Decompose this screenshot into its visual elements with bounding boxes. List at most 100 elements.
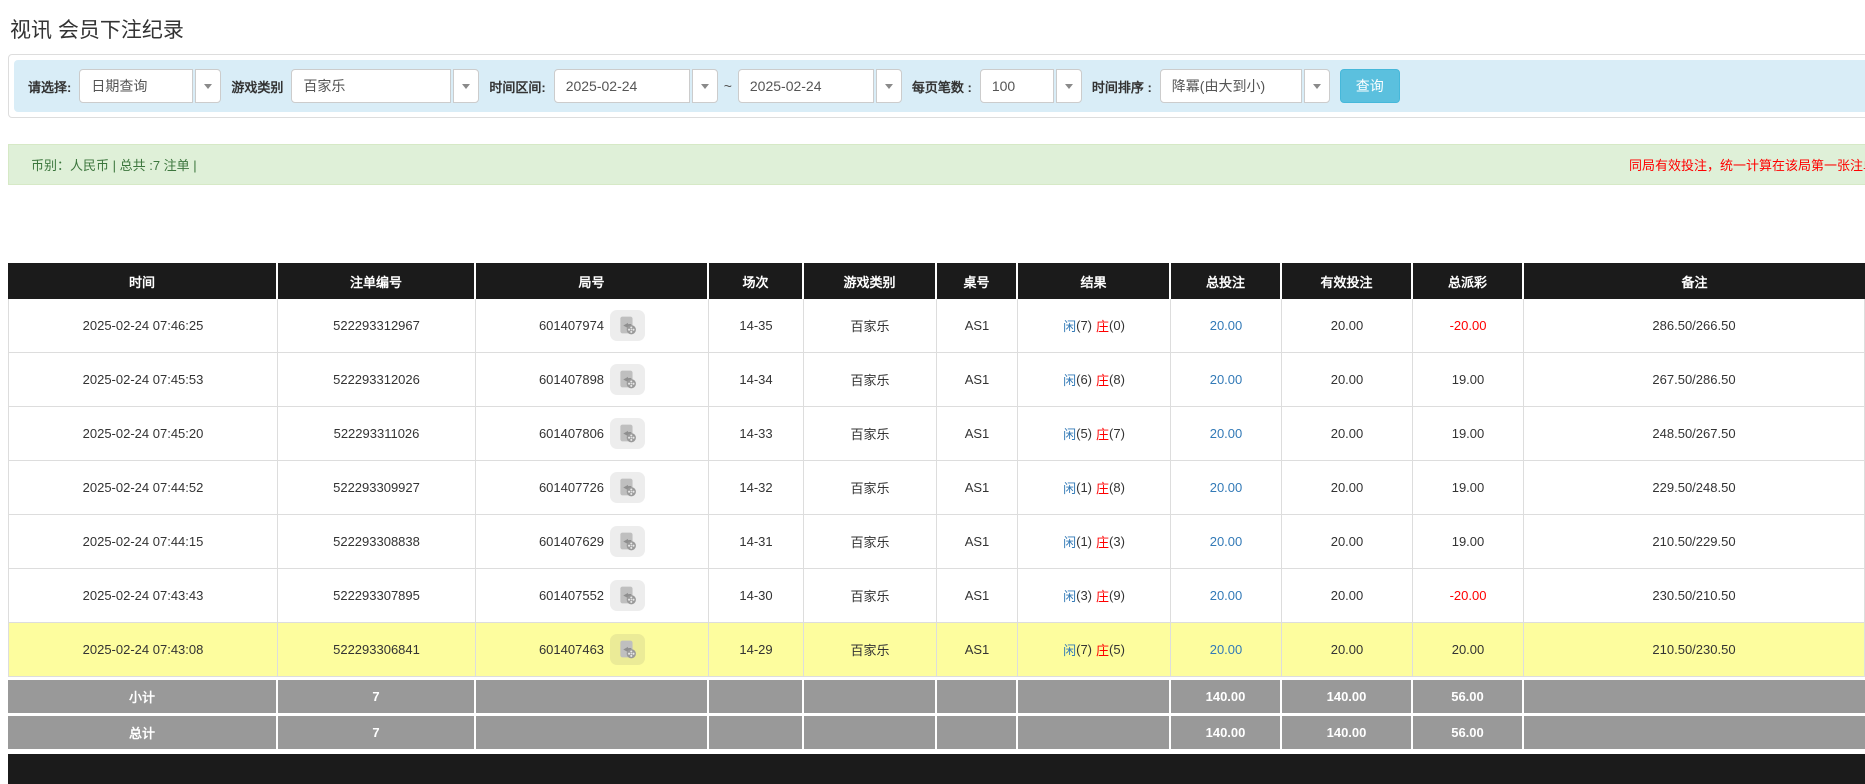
table-row: 2025-02-24 07:45:53522293312026601407898… [8,353,1865,407]
subtotal-result [1018,680,1171,713]
cell-total-bet: 20.00 [1171,353,1282,406]
video-replay-button[interactable] [610,580,645,611]
cell-session: 14-34 [709,353,804,406]
total-payout: 56.00 [1413,716,1524,749]
round-number-text: 601407898 [539,372,604,387]
total-bet-link[interactable]: 20.00 [1210,372,1243,387]
cell-game-type: 百家乐 [804,515,937,568]
filter-bar: 请选择: 日期查询 游戏类别 百家乐 时间区间: 2025-02-24 ~ 20… [14,60,1865,112]
cell-payout: 20.00 [1413,623,1524,676]
cell-bet-number: 522293311026 [278,407,476,460]
cell-result: 闲(7)庄(0) [1018,299,1171,352]
total-count: 7 [278,716,476,749]
cell-session: 14-33 [709,407,804,460]
date-from-arrow[interactable] [692,69,718,103]
query-type-label: 请选择: [28,77,71,96]
date-from-input[interactable]: 2025-02-24 [554,69,690,103]
total-bet-link[interactable]: 20.00 [1210,318,1243,333]
video-replay-button[interactable] [610,310,645,341]
payout-value: 19.00 [1452,480,1485,495]
total-bet-link[interactable]: 20.00 [1210,588,1243,603]
page-size-select[interactable]: 100 [980,69,1054,103]
cell-valid-bet: 20.00 [1282,569,1413,622]
result-banker-score: (8) [1109,480,1125,495]
time-range-label: 时间区间: [489,77,545,96]
game-type-select[interactable]: 百家乐 [291,69,451,103]
page-size-select-arrow[interactable] [1056,69,1082,103]
result-player-label: 闲 [1063,532,1076,551]
cell-table-number: AS1 [937,461,1018,514]
sort-select-arrow[interactable] [1304,69,1330,103]
query-type-select-arrow[interactable] [195,69,221,103]
valid-bet-notice-text: 同局有效投注，统一计算在该局第一张注单 [1629,155,1865,174]
cell-note: 210.50/230.50 [1524,623,1865,676]
column-header: 总投注 [1171,263,1282,299]
cell-valid-bet: 20.00 [1282,353,1413,406]
round-number-text: 601407552 [539,588,604,603]
video-replay-button[interactable] [610,526,645,557]
date-to-arrow[interactable] [876,69,902,103]
cell-game-type: 百家乐 [804,353,937,406]
sort-select[interactable]: 降冪(由大到小) [1160,69,1302,103]
cell-round-number: 601407974 [476,299,709,352]
total-bet-link[interactable]: 20.00 [1210,534,1243,549]
cell-note: 267.50/286.50 [1524,353,1865,406]
cell-total-bet: 20.00 [1171,623,1282,676]
table-header-row: 时间注单编号局号场次游戏类别桌号结果总投注有效投注总派彩备注 [8,263,1865,299]
result-player-label: 闲 [1063,370,1076,389]
cell-bet-number: 522293309927 [278,461,476,514]
chevron-down-icon [885,84,893,89]
total-bet-link[interactable]: 20.00 [1210,642,1243,657]
page-title: 视讯 会员下注纪录 [10,14,1865,44]
result-player-label: 闲 [1063,586,1076,605]
cell-session: 14-29 [709,623,804,676]
game-type-label: 游戏类别 [231,77,283,96]
cell-payout: -20.00 [1413,299,1524,352]
video-replay-button[interactable] [610,472,645,503]
cell-round-number: 601407629 [476,515,709,568]
total-total-bet: 140.00 [1171,716,1282,749]
chevron-down-icon [1065,84,1073,89]
cell-time: 2025-02-24 07:46:25 [8,299,278,352]
total-bet-link[interactable]: 20.00 [1210,426,1243,441]
total-bet-link[interactable]: 20.00 [1210,480,1243,495]
column-header: 游戏类别 [804,263,937,299]
cell-round-number: 601407552 [476,569,709,622]
table-row: 2025-02-24 07:46:25522293312967601407974… [8,299,1865,353]
result-player-score: (1) [1076,534,1092,549]
round-number-text: 601407629 [539,534,604,549]
result-player-score: (7) [1076,318,1092,333]
search-button[interactable]: 查询 [1340,69,1400,103]
column-header: 总派彩 [1413,263,1524,299]
table-footer-bar [8,754,1865,784]
cell-result: 闲(1)庄(8) [1018,461,1171,514]
cell-total-bet: 20.00 [1171,299,1282,352]
date-range-tilde: ~ [724,78,732,94]
payout-value: -20.00 [1450,588,1487,603]
video-replay-button[interactable] [610,364,645,395]
result-banker-score: (7) [1109,426,1125,441]
cell-bet-number: 522293307895 [278,569,476,622]
total-game [804,716,937,749]
query-type-select[interactable]: 日期查询 [79,69,193,103]
video-replay-button[interactable] [610,418,645,449]
chevron-down-icon [701,84,709,89]
column-header: 有效投注 [1282,263,1413,299]
video-replay-button[interactable] [610,634,645,665]
subtotal-total-bet: 140.00 [1171,680,1282,713]
date-to-input[interactable]: 2025-02-24 [738,69,874,103]
result-banker-label: 庄 [1096,424,1109,443]
page: 视讯 会员下注纪录 请选择: 日期查询 游戏类别 百家乐 时间区间: 2025-… [0,14,1865,784]
subtotal-game [804,680,937,713]
subtotal-valid-bet: 140.00 [1282,680,1413,713]
payout-value: 20.00 [1452,642,1485,657]
game-type-select-arrow[interactable] [453,69,479,103]
cell-payout: 19.00 [1413,353,1524,406]
summary-bar: 币别：人民币 | 总共 :7 注单 | 同局有效投注，统一计算在该局第一张注单 [8,144,1865,185]
subtotal-payout: 56.00 [1413,680,1524,713]
cell-valid-bet: 20.00 [1282,515,1413,568]
result-player-label: 闲 [1063,640,1076,659]
cell-table-number: AS1 [937,407,1018,460]
cell-valid-bet: 20.00 [1282,461,1413,514]
cell-result: 闲(6)庄(8) [1018,353,1171,406]
